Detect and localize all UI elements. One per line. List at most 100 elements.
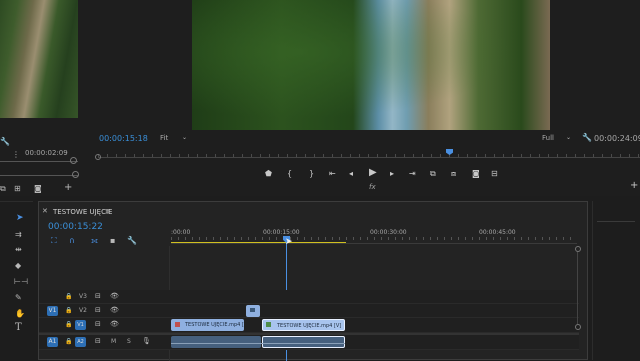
source-zoom-handle[interactable] bbox=[72, 171, 79, 178]
sequence-tab[interactable]: TESTOWE UJĘCIE bbox=[53, 208, 112, 216]
hand-tool-icon[interactable]: ✋ bbox=[15, 309, 25, 318]
lock-icon[interactable]: 🔒 bbox=[65, 306, 72, 315]
add-marker-icon[interactable]: ▪ bbox=[110, 236, 115, 245]
add-button-icon[interactable]: + bbox=[64, 183, 72, 193]
quality-dropdown[interactable]: Full bbox=[542, 134, 554, 142]
source-playhead-handle[interactable] bbox=[70, 157, 77, 164]
sync-lock-icon[interactable]: ⊟ bbox=[95, 306, 101, 315]
step-back-icon[interactable]: ◂ bbox=[349, 169, 353, 178]
fit-dropdown[interactable]: Fit bbox=[160, 134, 168, 142]
source-video-frame bbox=[0, 0, 78, 118]
go-to-in-icon[interactable]: ⇤ bbox=[329, 169, 336, 178]
pen-tool-icon[interactable]: ✎ bbox=[15, 293, 22, 302]
wrench-icon[interactable]: 🔧 bbox=[0, 137, 10, 146]
lock-icon[interactable]: 🔒 bbox=[65, 320, 72, 329]
source-patch-a1[interactable]: A1 bbox=[47, 337, 58, 347]
tools-panel: ➤ ⇉ ⇹ ◆ ⊢⊣ ✎ ✋ T bbox=[0, 201, 33, 361]
vertical-scroll-handle-top[interactable] bbox=[575, 246, 581, 252]
program-timecode[interactable]: 00:00:15:18 bbox=[99, 134, 148, 143]
v1-clip-1[interactable]: TESTOWE UJĘCIE.mp4 [ bbox=[171, 319, 244, 331]
chevron-down-icon[interactable]: ⌄ bbox=[182, 133, 187, 142]
ruler-label: 00:00:30:00 bbox=[370, 229, 407, 236]
vertical-scroll-track[interactable] bbox=[577, 252, 578, 324]
ruler-label: :00:00 bbox=[171, 229, 191, 236]
track-target-a2[interactable]: A2 bbox=[75, 337, 86, 347]
step-forward-icon[interactable]: ▸ bbox=[390, 169, 394, 178]
timeline-timecode[interactable]: 00:00:15:22 bbox=[48, 222, 103, 232]
snap-magnet-icon[interactable]: ∩ bbox=[69, 236, 75, 245]
chevron-down-icon[interactable]: ⌄ bbox=[566, 133, 571, 142]
mark-out-icon[interactable]: } bbox=[309, 169, 314, 178]
close-icon[interactable]: ✕ bbox=[42, 207, 48, 216]
ruler-line bbox=[171, 243, 577, 244]
ruler-label: 00:00:45:00 bbox=[479, 229, 516, 236]
type-tool-icon[interactable]: T bbox=[15, 323, 22, 333]
track-target-v1[interactable]: V1 bbox=[75, 320, 86, 330]
lock-icon[interactable]: 🔒 bbox=[65, 337, 72, 346]
program-scrub-ticks bbox=[98, 154, 640, 157]
source-timecode[interactable]: 00:00:02:09 bbox=[25, 149, 68, 157]
wrench-icon[interactable]: 🔧 bbox=[127, 236, 137, 245]
export-frame-icon[interactable]: ◙ bbox=[472, 169, 480, 178]
ruler-label: 00:00:15:00 bbox=[263, 229, 300, 236]
linked-selection-icon[interactable]: ⟗ bbox=[91, 236, 98, 245]
nest-icon[interactable]: ⛶ bbox=[51, 236, 57, 245]
program-duration: 00:00:24:09 bbox=[594, 134, 640, 143]
camera-icon[interactable]: ◙ bbox=[34, 184, 42, 193]
sync-lock-icon[interactable]: ⊟ bbox=[95, 337, 101, 346]
lift-icon[interactable]: ⧉ bbox=[430, 169, 436, 178]
play-icon[interactable]: ▶ bbox=[369, 168, 377, 178]
eye-icon[interactable]: 👁 bbox=[110, 320, 119, 329]
meter-track bbox=[597, 221, 635, 222]
fx-badge bbox=[266, 322, 271, 327]
eye-icon[interactable]: 👁 bbox=[110, 292, 119, 301]
source-zoom-bar[interactable] bbox=[0, 175, 78, 176]
track-row-v3 bbox=[39, 290, 579, 304]
audio-meters-panel bbox=[592, 201, 640, 360]
eye-icon[interactable]: 👁 bbox=[110, 306, 119, 315]
sync-lock-icon[interactable]: ⊟ bbox=[95, 292, 101, 301]
source-timeline-bar[interactable] bbox=[0, 161, 78, 162]
program-monitor: 00:00:15:18 Fit ⌄ Full ⌄ 🔧 00:00:24:09 ⬟… bbox=[82, 0, 640, 196]
add-button-icon[interactable]: + bbox=[630, 181, 638, 191]
track-label[interactable]: V2 bbox=[79, 307, 87, 314]
extract-icon[interactable]: ⧈ bbox=[451, 169, 456, 178]
slip-tool-icon[interactable]: ⊢⊣ bbox=[14, 277, 28, 286]
mute-button[interactable]: M bbox=[111, 338, 116, 345]
snap-icon[interactable]: ⋮ bbox=[12, 150, 20, 159]
clip-label: TESTOWE UJĘCIE.mp4 [V] bbox=[277, 323, 342, 329]
source-monitor: 🔧 00:00:02:09 ⋮ ⧉ ⊞ ◙ + bbox=[0, 0, 82, 196]
ripple-edit-tool-icon[interactable]: ⇹ bbox=[15, 245, 22, 254]
go-to-out-icon[interactable]: ⇥ bbox=[409, 169, 416, 178]
audio-waveform bbox=[171, 343, 345, 344]
fx-label[interactable]: fx bbox=[369, 183, 376, 191]
insert-icon[interactable]: ⧉ bbox=[0, 184, 6, 193]
track-label[interactable]: V3 bbox=[79, 293, 87, 300]
panel-menu-icon[interactable]: ≡ bbox=[105, 207, 111, 215]
mark-in-icon[interactable]: { bbox=[287, 169, 292, 178]
track-select-tool-icon[interactable]: ⇉ bbox=[15, 230, 22, 239]
lock-icon[interactable]: 🔒 bbox=[65, 292, 72, 301]
wrench-icon[interactable]: 🔧 bbox=[582, 133, 592, 142]
sync-lock-icon[interactable]: ⊟ bbox=[95, 320, 101, 329]
razor-tool-icon[interactable]: ◆ bbox=[15, 261, 21, 270]
selection-tool-icon[interactable]: ➤ bbox=[16, 214, 24, 223]
overwrite-icon[interactable]: ⊞ bbox=[14, 184, 21, 193]
v2-clip-marker bbox=[250, 308, 255, 312]
v1-clip-2[interactable]: TESTOWE UJĘCIE.mp4 [V] bbox=[262, 319, 345, 331]
comparison-view-icon[interactable]: ⊟ bbox=[491, 169, 498, 178]
marker-icon[interactable]: ⬟ bbox=[265, 169, 272, 178]
solo-button[interactable]: S bbox=[127, 338, 131, 345]
vertical-scroll-handle-bottom[interactable] bbox=[575, 324, 581, 330]
a1-clip-2[interactable] bbox=[262, 336, 345, 348]
ruler-ticks bbox=[171, 237, 577, 240]
mouse-cursor-icon: ➤ bbox=[285, 237, 293, 247]
mic-icon[interactable]: 🎙 bbox=[142, 337, 151, 346]
program-scrub-bar[interactable] bbox=[98, 157, 640, 158]
fx-badge bbox=[175, 322, 180, 327]
clip-label: TESTOWE UJĘCIE.mp4 [ bbox=[185, 322, 244, 328]
track-row-v2 bbox=[39, 304, 579, 318]
source-patch-v1[interactable]: V1 bbox=[47, 306, 58, 316]
a1-clip-1[interactable] bbox=[171, 336, 261, 348]
scrub-start-handle[interactable] bbox=[95, 154, 101, 160]
